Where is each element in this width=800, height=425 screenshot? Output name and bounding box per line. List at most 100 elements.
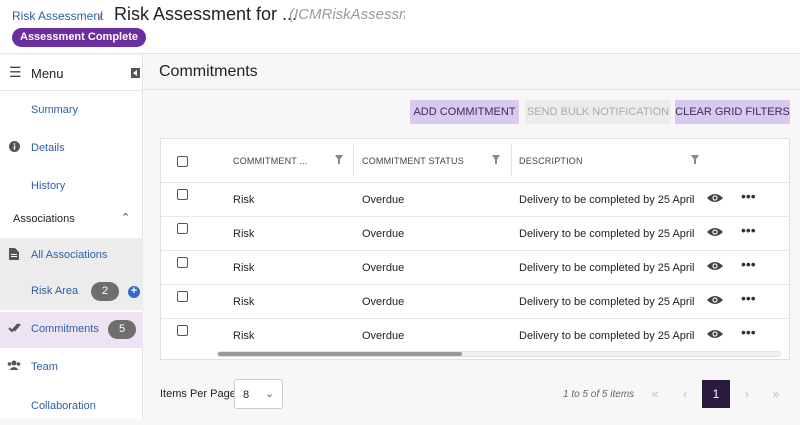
cell-description: Delivery to be completed by 25 April ... (519, 262, 697, 274)
add-commitment-button[interactable]: ADD COMMITMENT (410, 100, 519, 124)
hamburger-icon[interactable]: ☰ (9, 64, 22, 81)
filter-icon[interactable] (492, 155, 500, 164)
eye-icon[interactable] (707, 261, 723, 271)
page-header: Risk Assessment / Risk Assessment for ..… (0, 0, 800, 54)
eye-icon[interactable] (707, 227, 723, 237)
associations-header[interactable]: Associations ⌃ (0, 205, 143, 233)
more-options-icon[interactable]: ••• (741, 188, 756, 204)
page-title: Risk Assessment for ... (114, 4, 298, 24)
cell-commitment: Risk (233, 296, 255, 308)
scrollbar-thumb[interactable] (218, 352, 462, 356)
sidebar-item-label: Details (31, 142, 65, 154)
table-row[interactable]: Risk Overdue Delivery to be completed by… (161, 183, 789, 217)
cell-commitment: Risk (233, 194, 255, 206)
sidebar-item-commitments[interactable]: Commitments 5 (0, 312, 143, 348)
sidebar-item-label: Team (31, 361, 58, 373)
chevron-up-icon[interactable]: ⌃ (121, 211, 130, 224)
grid-header: COMMITMENT ... COMMITMENT STATUS DESCRIP… (161, 139, 789, 183)
cell-description: Delivery to be completed by 25 April ... (519, 330, 697, 342)
count-badge: 5 (108, 320, 136, 339)
sidebar-item-label: Collaboration (31, 400, 96, 412)
filter-icon[interactable] (691, 155, 699, 164)
row-checkbox[interactable] (177, 325, 188, 336)
table-row[interactable]: Risk Overdue Delivery to be completed by… (161, 285, 789, 319)
sidebar-item-history[interactable]: History (0, 169, 143, 205)
count-badge: 2 (91, 282, 119, 301)
cell-status: Overdue (362, 296, 405, 308)
column-header-description[interactable]: DESCRIPTION (519, 156, 583, 166)
sidebar-item-summary[interactable]: Summary (0, 93, 143, 129)
eye-icon[interactable] (707, 295, 723, 305)
page-1-button[interactable]: 1 (702, 380, 730, 408)
cell-description: Delivery to be completed by 25 April ... (519, 296, 697, 308)
cell-status: Overdue (362, 228, 405, 240)
column-header-commitment[interactable]: COMMITMENT ... (233, 156, 308, 166)
sidebar-item-label: Commitments (31, 323, 99, 335)
section-divider (143, 89, 800, 90)
last-page-button[interactable]: » (762, 380, 790, 408)
first-page-button[interactable]: « (641, 380, 669, 408)
more-options-icon[interactable]: ••• (741, 324, 756, 340)
menu-header: ☰ Menu (0, 55, 143, 91)
sidebar-item-label: All Associations (31, 249, 108, 261)
row-checkbox[interactable] (177, 257, 188, 268)
cell-commitment: Risk (233, 330, 255, 342)
eye-icon[interactable] (707, 193, 723, 203)
more-options-icon[interactable]: ••• (741, 256, 756, 272)
cell-commitment: Risk (233, 228, 255, 240)
sidebar-item-label: History (31, 180, 66, 192)
cell-description: Delivery to be completed by 25 April ... (519, 228, 697, 240)
double-check-icon (7, 322, 21, 336)
more-options-icon[interactable]: ••• (741, 222, 756, 238)
eye-icon[interactable] (707, 329, 723, 339)
sidebar-item-details[interactable]: Details (0, 131, 143, 167)
status-badge: Assessment Complete (12, 28, 146, 47)
row-checkbox[interactable] (177, 189, 188, 200)
menu-label: Menu (31, 66, 64, 81)
select-all-checkbox[interactable] (177, 156, 188, 167)
commitments-grid: COMMITMENT ... COMMITMENT STATUS DESCRIP… (160, 138, 790, 360)
page-size-value: 8 (243, 389, 250, 401)
info-icon (7, 141, 21, 155)
chevron-down-icon: ⌄ (265, 388, 275, 400)
document-icon (7, 248, 21, 263)
column-resize-handle[interactable] (511, 145, 512, 177)
horizontal-scrollbar[interactable] (217, 351, 781, 357)
breadcrumb-separator: / (99, 8, 103, 23)
column-header-commitment-status[interactable]: COMMITMENT STATUS (362, 156, 464, 166)
table-row[interactable]: Risk Overdue Delivery to be completed by… (161, 217, 789, 251)
add-risk-area-icon[interactable]: + (128, 286, 140, 298)
next-page-button[interactable]: › (733, 380, 761, 408)
filter-icon[interactable] (335, 155, 343, 164)
section-title: Commitments (159, 63, 258, 80)
previous-page-button[interactable]: ‹ (671, 380, 699, 408)
sidebar-item-risk-area[interactable]: Risk Area 2 + (0, 274, 143, 310)
page-size-select[interactable]: 8 ⌄ (234, 379, 283, 409)
cell-description: Delivery to be completed by 25 April ... (519, 194, 697, 206)
send-bulk-notification-button[interactable]: SEND BULK NOTIFICATION (525, 100, 671, 124)
clear-grid-filters-button[interactable]: CLEAR GRID FILTERS (675, 100, 790, 124)
cell-status: Overdue (362, 194, 405, 206)
cell-status: Overdue (362, 330, 405, 342)
associations-label: Associations (13, 213, 75, 225)
pager-range-info: 1 to 5 of 5 items (563, 389, 635, 400)
cell-commitment: Risk (233, 262, 255, 274)
more-options-icon[interactable]: ••• (741, 290, 756, 306)
cell-status: Overdue (362, 262, 405, 274)
sidebar-item-all-associations[interactable]: All Associations (0, 238, 143, 274)
table-row[interactable]: Risk Overdue Delivery to be completed by… (161, 319, 789, 353)
sidebar-item-team[interactable]: Team (0, 350, 143, 386)
sidebar-item-label: Summary (31, 104, 79, 116)
collapse-sidebar-icon[interactable] (131, 68, 140, 78)
sidebar-item-label: Risk Area (31, 285, 79, 297)
row-checkbox[interactable] (177, 223, 188, 234)
row-checkbox[interactable] (177, 291, 188, 302)
sidebar: ☰ Menu Summary Details History Associati… (0, 55, 143, 419)
column-resize-handle[interactable] (353, 145, 354, 177)
breadcrumb-risk-assessment[interactable]: Risk Assessment (12, 9, 103, 23)
items-per-page-label: Items Per Page (160, 388, 236, 400)
team-icon (7, 360, 21, 373)
sidebar-item-collaboration[interactable]: Collaboration (0, 389, 143, 425)
table-row[interactable]: Risk Overdue Delivery to be completed by… (161, 251, 789, 285)
page-subtitle: (ICMRiskAssessme (289, 6, 405, 23)
